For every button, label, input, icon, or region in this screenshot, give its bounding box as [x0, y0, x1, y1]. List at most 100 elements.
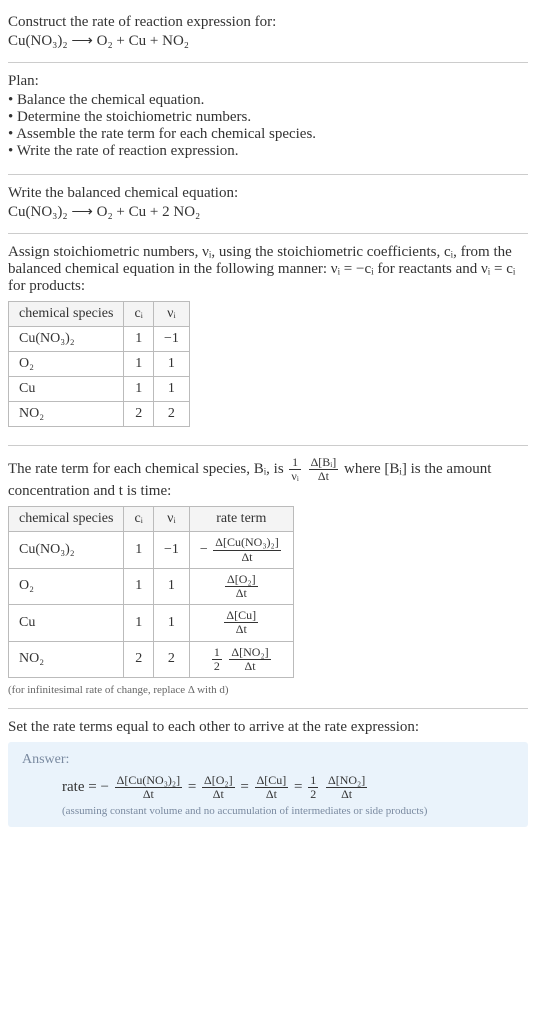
answer-term-4: Δ[NO₂] Δt — [326, 774, 367, 801]
table-row: NO₂ 2 2 — [9, 402, 190, 427]
frac-den: Δt — [309, 470, 339, 483]
stoich-section: Assign stoichiometric numbers, νᵢ, using… — [8, 238, 528, 441]
rate-frac: Δ[NO₂] Δt — [229, 646, 270, 673]
balanced-title: Write the balanced chemical equation: — [8, 185, 528, 202]
eq-sign: = — [294, 779, 306, 795]
frac-num: 1 — [308, 774, 318, 788]
table-row: O₂ 1 1 — [9, 352, 190, 377]
answer-half: 1 2 — [308, 774, 318, 801]
frac-num: Δ[Cu] — [224, 609, 258, 623]
answer-term-1: Δ[Cu(NO₃)₂] Δt — [115, 774, 182, 801]
cell-species: NO₂ — [9, 402, 124, 427]
frac-den: Δt — [224, 623, 258, 636]
divider — [8, 62, 528, 63]
prompt-equation: Cu(NO₃)₂ ⟶ O₂ + Cu + NO₂ — [8, 31, 528, 50]
frac-den: 2 — [308, 788, 318, 801]
col-vi: νᵢ — [153, 507, 189, 532]
final-title: Set the rate terms equal to each other t… — [8, 719, 528, 736]
frac-den: Δt — [326, 788, 367, 801]
plan-item: Write the rate of reaction expression. — [8, 143, 528, 160]
answer-term-3: Δ[Cu] Δt — [255, 774, 289, 801]
cell-rate: Δ[Cu] Δt — [189, 605, 293, 641]
frac-num: 1 — [289, 456, 300, 470]
answer-term-2: Δ[O₂] Δt — [202, 774, 235, 801]
rateterm-note: (for infinitesimal rate of change, repla… — [8, 684, 528, 696]
cell-vi: 2 — [153, 402, 189, 427]
rate-frac: Δ[Cu(NO₃)₂] Δt — [213, 536, 280, 563]
frac-num: Δ[O₂] — [202, 774, 235, 788]
prompt-section: Construct the rate of reaction expressio… — [8, 8, 528, 58]
table-header-row: chemical species cᵢ νᵢ rate term — [9, 507, 294, 532]
cell-rate: 1 2 Δ[NO₂] Δt — [189, 641, 293, 677]
final-section: Set the rate terms equal to each other t… — [8, 713, 528, 835]
eq-sign: = — [188, 779, 200, 795]
stoich-table: chemical species cᵢ νᵢ Cu(NO₃)₂ 1 −1 O₂ … — [8, 301, 190, 427]
cell-ci: 1 — [124, 327, 154, 352]
cell-ci: 1 — [124, 605, 154, 641]
cell-species: Cu — [9, 605, 124, 641]
stoich-intro: Assign stoichiometric numbers, νᵢ, using… — [8, 244, 528, 295]
cell-species: O₂ — [9, 352, 124, 377]
frac-den: Δt — [115, 788, 182, 801]
frac-num: 1 — [212, 646, 222, 660]
answer-assumption: (assuming constant volume and no accumul… — [62, 805, 514, 817]
cell-species: Cu(NO₃)₂ — [9, 327, 124, 352]
cell-species: NO₂ — [9, 641, 124, 677]
frac-den: Δt — [255, 788, 289, 801]
rate-prefix: − — [200, 542, 208, 557]
frac-num: Δ[Bᵢ] — [309, 456, 339, 470]
answer-expression: rate = − Δ[Cu(NO₃)₂] Δt = Δ[O₂] Δt = Δ[C… — [62, 774, 514, 801]
rateterm-frac-1: 1 νᵢ — [289, 456, 300, 483]
balanced-equation: Cu(NO₃)₂ ⟶ O₂ + Cu + 2 NO₂ — [8, 202, 528, 221]
divider — [8, 233, 528, 234]
table-header-row: chemical species cᵢ νᵢ — [9, 302, 190, 327]
half-frac: 1 2 — [212, 646, 222, 673]
cell-vi: −1 — [153, 327, 189, 352]
prompt-title: Construct the rate of reaction expressio… — [8, 14, 528, 31]
cell-species: Cu(NO₃)₂ — [9, 532, 124, 568]
cell-species: Cu — [9, 377, 124, 402]
rateterm-intro: The rate term for each chemical species,… — [8, 456, 528, 500]
frac-num: Δ[Cu(NO₃)₂] — [213, 536, 280, 550]
plan-item: Determine the stoichiometric numbers. — [8, 109, 528, 126]
eq-sign: = — [240, 779, 252, 795]
cell-vi: −1 — [153, 532, 189, 568]
frac-den: Δt — [229, 660, 270, 673]
rateterm-frac-2: Δ[Bᵢ] Δt — [309, 456, 339, 483]
col-rate: rate term — [189, 507, 293, 532]
frac-num: Δ[O₂] — [225, 573, 258, 587]
divider — [8, 174, 528, 175]
col-vi: νᵢ — [153, 302, 189, 327]
cell-vi: 1 — [153, 377, 189, 402]
frac-den: Δt — [213, 551, 280, 564]
col-species: chemical species — [9, 302, 124, 327]
plan-list: Balance the chemical equation. Determine… — [8, 92, 528, 160]
rateterm-section: The rate term for each chemical species,… — [8, 450, 528, 704]
divider — [8, 445, 528, 446]
table-row: NO₂ 2 2 1 2 Δ[NO₂] Δt — [9, 641, 294, 677]
cell-ci: 1 — [124, 352, 154, 377]
cell-ci: 1 — [124, 377, 154, 402]
plan-item: Assemble the rate term for each chemical… — [8, 126, 528, 143]
rateterm-intro-a: The rate term for each chemical species,… — [8, 461, 287, 477]
table-row: Cu 1 1 Δ[Cu] Δt — [9, 605, 294, 641]
plan-item: Balance the chemical equation. — [8, 92, 528, 109]
frac-den: Δt — [202, 788, 235, 801]
frac-den: νᵢ — [289, 470, 300, 483]
rate-frac: Δ[Cu] Δt — [224, 609, 258, 636]
table-row: O₂ 1 1 Δ[O₂] Δt — [9, 568, 294, 604]
frac-num: Δ[Cu] — [255, 774, 289, 788]
table-row: Cu 1 1 — [9, 377, 190, 402]
cell-ci: 2 — [124, 402, 154, 427]
cell-rate: − Δ[Cu(NO₃)₂] Δt — [189, 532, 293, 568]
rateterm-table: chemical species cᵢ νᵢ rate term Cu(NO₃)… — [8, 506, 294, 678]
col-species: chemical species — [9, 507, 124, 532]
plan-section: Plan: Balance the chemical equation. Det… — [8, 67, 528, 170]
answer-label: Answer: — [22, 752, 514, 768]
cell-ci: 2 — [124, 641, 154, 677]
frac-num: Δ[NO₂] — [229, 646, 270, 660]
cell-vi: 1 — [153, 352, 189, 377]
frac-den: Δt — [225, 587, 258, 600]
cell-vi: 1 — [153, 568, 189, 604]
plan-title: Plan: — [8, 73, 528, 90]
